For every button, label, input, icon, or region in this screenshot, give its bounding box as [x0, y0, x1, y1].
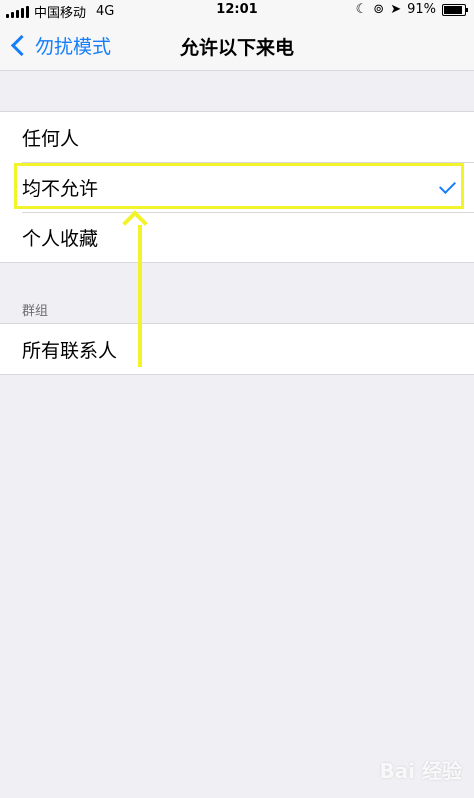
option-label: 均不允许 — [22, 177, 99, 200]
status-bar: 中国移动 4G 12:01 ☾ ⊚ ➤ 91% — [0, 0, 474, 21]
option-favorites[interactable]: 个人收藏 — [0, 212, 474, 262]
section-header-groups: 群组 — [22, 304, 49, 319]
navigation-bar: 勿扰模式 允许以下来电 — [0, 20, 474, 71]
option-label: 任何人 — [22, 127, 80, 150]
watermark: Bai 经验 — [379, 759, 462, 783]
option-label: 所有联系人 — [22, 339, 118, 362]
groups-list: 所有联系人 — [0, 323, 474, 375]
checkmark-icon — [439, 177, 456, 194]
battery-percent: 91% — [407, 2, 436, 17]
orientation-lock-icon: ⊚ — [373, 2, 385, 17]
allow-calls-options: 任何人 均不允许 个人收藏 — [0, 111, 474, 263]
arrow-shaft — [138, 225, 142, 367]
moon-icon: ☾ — [355, 2, 368, 17]
status-right: ☾ ⊚ ➤ 91% — [355, 2, 468, 17]
location-icon: ➤ — [390, 2, 402, 17]
option-anyone[interactable]: 任何人 — [0, 112, 474, 162]
option-label: 个人收藏 — [22, 227, 99, 250]
battery-fill — [444, 5, 463, 14]
page-title: 允许以下来电 — [179, 37, 294, 59]
option-no-one[interactable]: 均不允许 — [0, 162, 474, 212]
option-all-contacts[interactable]: 所有联系人 — [0, 324, 474, 374]
battery-icon — [442, 3, 468, 16]
